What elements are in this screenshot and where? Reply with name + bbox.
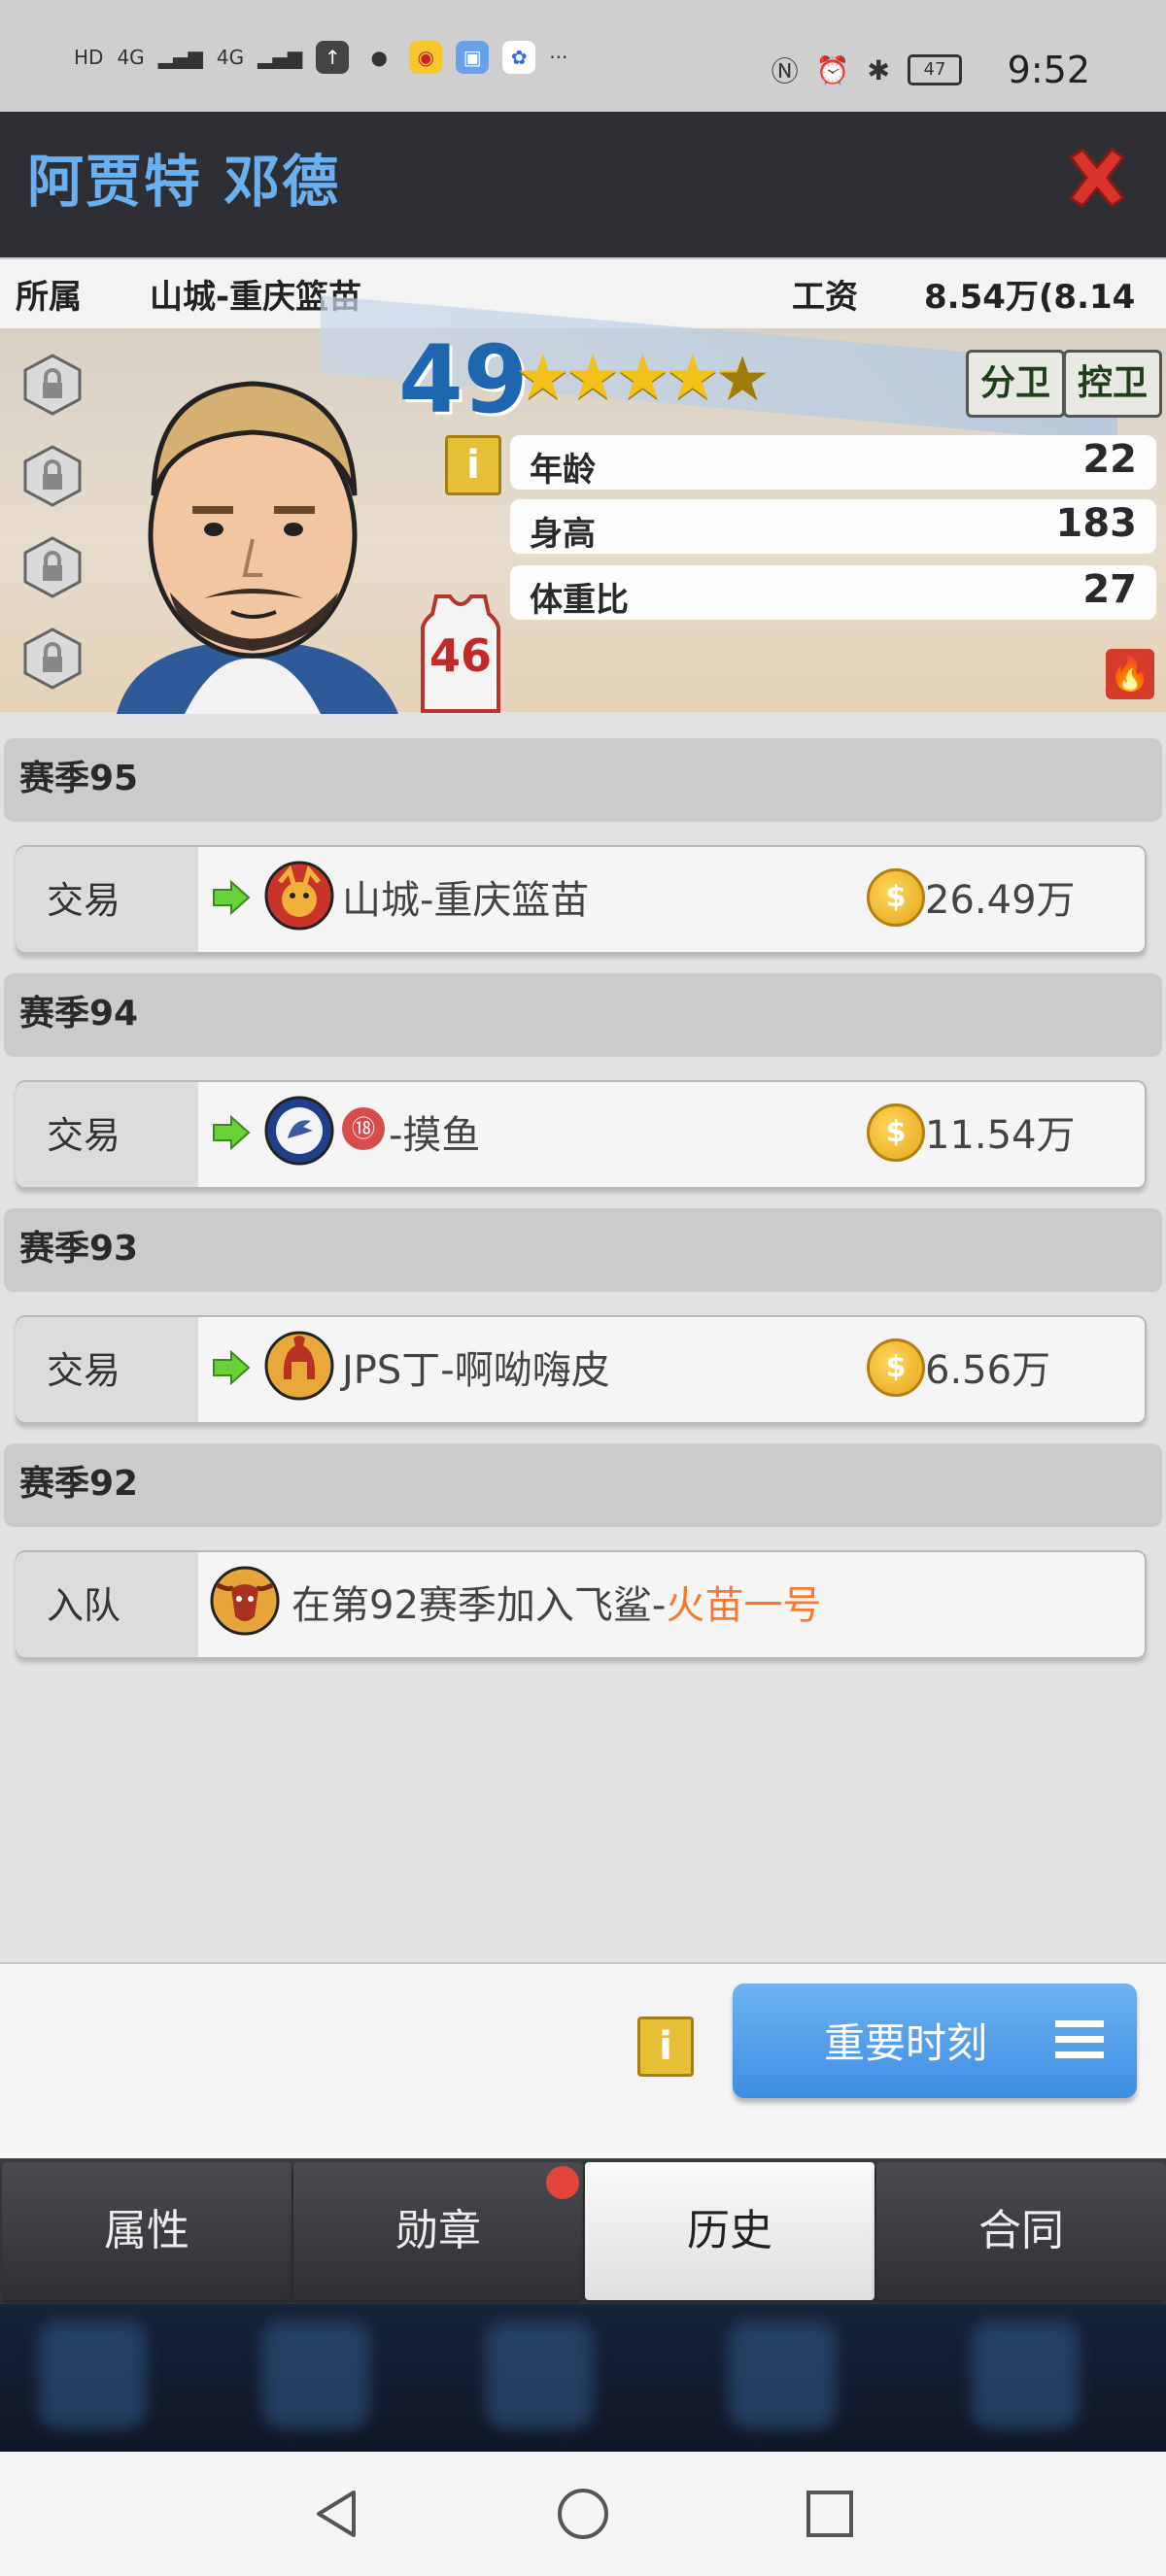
- salary-label: 工资: [792, 278, 858, 317]
- blurred-icon: [972, 2322, 1079, 2428]
- upload-app-icon: ↑: [316, 41, 350, 74]
- blurred-icon: [729, 2322, 836, 2428]
- weibo-app-icon: ◉: [409, 41, 443, 74]
- nfc-icon: Ⓝ: [771, 55, 799, 87]
- entry-team[interactable]: 山城-重庆篮苗: [342, 868, 589, 925]
- green-arrow-icon: [213, 1115, 251, 1150]
- stat-label: 年龄: [530, 451, 596, 490]
- entry-team[interactable]: JPS丁-啊呦嗨皮: [342, 1339, 610, 1395]
- season-label: 赛季94: [19, 994, 139, 1034]
- hd-indicator: HD: [74, 46, 104, 69]
- blurred-icon: [39, 2322, 146, 2428]
- entry-type: 入队: [47, 1584, 121, 1627]
- info-icon[interactable]: i: [637, 2017, 694, 2077]
- stat-row-age: [510, 435, 1156, 490]
- entry-type: 交易: [47, 879, 121, 922]
- back-icon[interactable]: [309, 2487, 363, 2541]
- lock-icon[interactable]: [21, 627, 84, 690]
- player-avatar: [117, 381, 398, 714]
- home-icon[interactable]: [556, 2487, 610, 2541]
- tab-attributes[interactable]: 属性: [2, 2162, 292, 2300]
- coin-icon: $: [867, 1339, 925, 1397]
- tab-medals[interactable]: 勋章: [293, 2162, 583, 2300]
- close-icon[interactable]: [1063, 144, 1131, 212]
- green-arrow-icon: [213, 880, 251, 915]
- recents-icon[interactable]: [805, 2489, 855, 2539]
- notification-dot: [546, 2166, 579, 2199]
- team-label: 所属: [16, 278, 82, 317]
- alarm-icon: ⏰: [815, 53, 850, 86]
- position-tag[interactable]: 控卫: [1063, 350, 1162, 418]
- bull-logo: [210, 1566, 280, 1636]
- gift-app-icon: ▣: [456, 41, 490, 74]
- lock-icon[interactable]: [21, 354, 84, 416]
- stat-value: 27: [1082, 567, 1137, 612]
- entry-amount: 6.56万: [925, 1348, 1051, 1393]
- player-info-icon[interactable]: i: [445, 435, 501, 495]
- green-arrow-icon: [213, 1350, 251, 1385]
- player-name-title: 阿贾特 邓德: [27, 149, 341, 215]
- coin-icon: $: [867, 1103, 925, 1162]
- battery-icon: 47: [908, 54, 962, 85]
- menu-lines-icon: [1055, 2020, 1104, 2058]
- lock-icon[interactable]: [21, 445, 84, 507]
- entry-type: 交易: [47, 1114, 121, 1157]
- season-header: [4, 738, 1162, 822]
- wechat-app-icon: ●: [370, 46, 388, 69]
- age-limit-badge: ⑱: [342, 1107, 385, 1150]
- stat-label: 身高: [530, 515, 596, 554]
- jersey-number: 46: [429, 629, 492, 682]
- stat-value: 183: [1055, 501, 1138, 546]
- entry-amount: 11.54万: [925, 1113, 1076, 1158]
- eagle-logo: [264, 1096, 334, 1166]
- entry-amount: 26.49万: [925, 878, 1076, 923]
- position-tag[interactable]: 分卫: [966, 350, 1065, 418]
- overall-rating: 49: [398, 325, 529, 434]
- coin-icon: $: [867, 868, 925, 927]
- season-header: [4, 1208, 1162, 1292]
- tab-history[interactable]: 历史: [585, 2162, 874, 2300]
- fire-icon[interactable]: 🔥: [1106, 649, 1154, 699]
- tiger-logo: [264, 861, 334, 931]
- signal-bars-icon-2: ▂▄▆: [257, 46, 303, 69]
- blurred-icon: [486, 2322, 593, 2428]
- tab-contract[interactable]: 合同: [876, 2162, 1166, 2300]
- signal-bars-icon: ▂▄▆: [157, 46, 203, 69]
- entry-join-text[interactable]: 在第92赛季加入飞鲨-火苗一号: [292, 1574, 821, 1630]
- season-label: 赛季93: [19, 1229, 139, 1269]
- entry-join-team[interactable]: 火苗一号: [666, 1583, 821, 1628]
- status-left-indicators: HD 4G ▂▄▆ 4G ▂▄▆ ↑ ● ◉ ▣ ✿ ···: [74, 41, 567, 74]
- important-moments-label: 重要时刻: [824, 2019, 988, 2067]
- season-label: 赛季95: [19, 759, 139, 798]
- lock-icon[interactable]: [21, 536, 84, 598]
- star-rating: ★★★★★: [515, 342, 771, 414]
- season-header: [4, 1443, 1162, 1527]
- entry-join-prefix: 在第92赛季加入飞鲨-: [292, 1583, 667, 1628]
- entry-type: 交易: [47, 1349, 121, 1392]
- status-right-icons: Ⓝ ⏰ ✱ 47: [772, 51, 962, 89]
- stat-value: 22: [1082, 437, 1137, 482]
- signal-4g-indicator-2: 4G: [216, 46, 245, 69]
- season-header: [4, 973, 1162, 1057]
- stat-label: 体重比: [530, 581, 629, 620]
- entry-team[interactable]: -摸鱼: [389, 1103, 480, 1160]
- half-star-icon: ★: [714, 342, 771, 414]
- spartan-logo: [264, 1331, 334, 1401]
- signal-4g-indicator: 4G: [117, 46, 145, 69]
- baidu-app-icon: ✿: [502, 41, 536, 74]
- status-time: 9:52: [1007, 49, 1090, 91]
- more-notifications-icon: ···: [549, 46, 568, 69]
- season-label: 赛季92: [19, 1464, 139, 1504]
- blurred-icon: [262, 2322, 369, 2428]
- bluetooth-icon: ✱: [867, 53, 890, 86]
